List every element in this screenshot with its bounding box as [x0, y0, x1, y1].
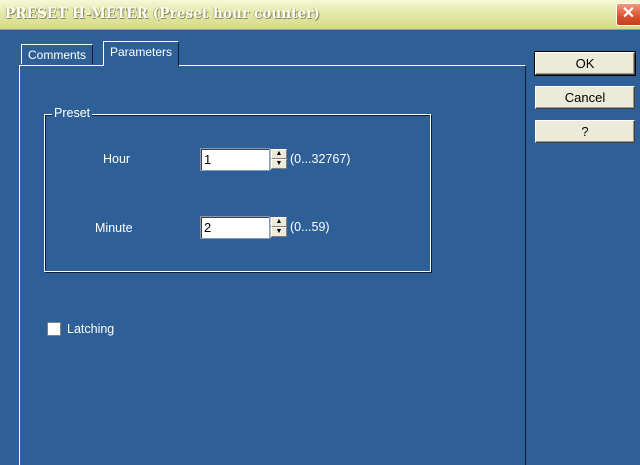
hour-spin-up-button[interactable]: ▲: [271, 149, 287, 159]
dialog-client-area: Comments Parameters OK Cancel ? Preset H…: [0, 30, 640, 465]
preset-group: [44, 114, 431, 272]
close-icon: ✕: [621, 5, 636, 22]
minute-range: (0...59): [290, 220, 330, 234]
ok-button[interactable]: OK: [535, 52, 635, 75]
arrow-down-icon: ▼: [275, 228, 283, 235]
close-button[interactable]: ✕: [616, 3, 640, 26]
title-bar[interactable]: PRESET H-METER (Preset hour counter) ✕: [0, 0, 640, 30]
hour-label: Hour: [103, 152, 131, 166]
tab-parameters[interactable]: Parameters: [103, 41, 180, 66]
minute-spin-up-button[interactable]: ▲: [271, 217, 287, 227]
window-title: PRESET H-METER (Preset hour counter): [5, 6, 320, 22]
cancel-button[interactable]: Cancel: [535, 86, 635, 109]
hour-spin-down-button[interactable]: ▼: [271, 159, 287, 169]
minute-label: Minute: [95, 221, 133, 235]
hour-spinner: ▲ ▼: [270, 149, 287, 170]
arrow-up-icon: ▲: [275, 218, 283, 225]
minute-spin-down-button[interactable]: ▼: [271, 227, 287, 237]
preset-group-label: Preset: [52, 106, 93, 120]
help-button[interactable]: ?: [535, 120, 635, 143]
minute-input[interactable]: 2: [200, 216, 270, 239]
arrow-up-icon: ▲: [275, 150, 283, 157]
latching-checkbox[interactable]: [47, 322, 61, 336]
minute-spinner: ▲ ▼: [270, 217, 287, 238]
hour-input[interactable]: 1: [200, 148, 270, 171]
arrow-down-icon: ▼: [275, 160, 283, 167]
latching-label[interactable]: Latching: [67, 322, 114, 336]
hour-range: (0...32767): [290, 152, 351, 166]
tab-comments[interactable]: Comments: [21, 44, 94, 64]
